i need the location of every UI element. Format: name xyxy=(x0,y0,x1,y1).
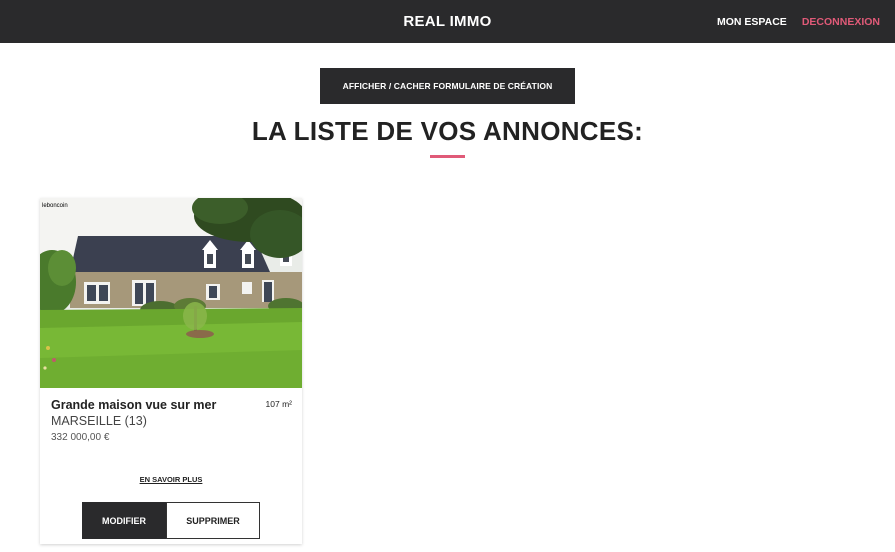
navbar: REAL IMMO MON ESPACE DECONNEXION xyxy=(0,0,895,43)
title-underline xyxy=(430,155,465,158)
page-title: LA LISTE DE VOS ANNONCES: xyxy=(251,116,644,146)
listing-price: 332 000,00 € xyxy=(51,432,110,443)
photo-watermark: leboncoin xyxy=(42,203,68,209)
delete-button[interactable]: SUPPRIMER xyxy=(166,502,260,539)
logout-link[interactable]: DECONNEXION xyxy=(802,16,880,28)
edit-button[interactable]: MODIFIER xyxy=(82,502,166,539)
listing-area: 107 m² xyxy=(265,399,292,409)
listing-card: leboncoin Grande maison vue sur mer 107 … xyxy=(40,198,302,544)
my-space-link[interactable]: MON ESPACE xyxy=(717,16,787,28)
navbar-links: MON ESPACE DECONNEXION xyxy=(717,0,880,43)
listing-photo[interactable]: leboncoin xyxy=(40,198,302,388)
listing-city: MARSEILLE (13) xyxy=(51,414,147,428)
read-more-link[interactable]: EN SAVOIR PLUS xyxy=(40,475,302,484)
listing-title: Grande maison vue sur mer xyxy=(51,398,217,412)
toggle-creation-form-button[interactable]: AFFICHER / CACHER FORMULAIRE DE CRÉATION xyxy=(320,68,575,104)
